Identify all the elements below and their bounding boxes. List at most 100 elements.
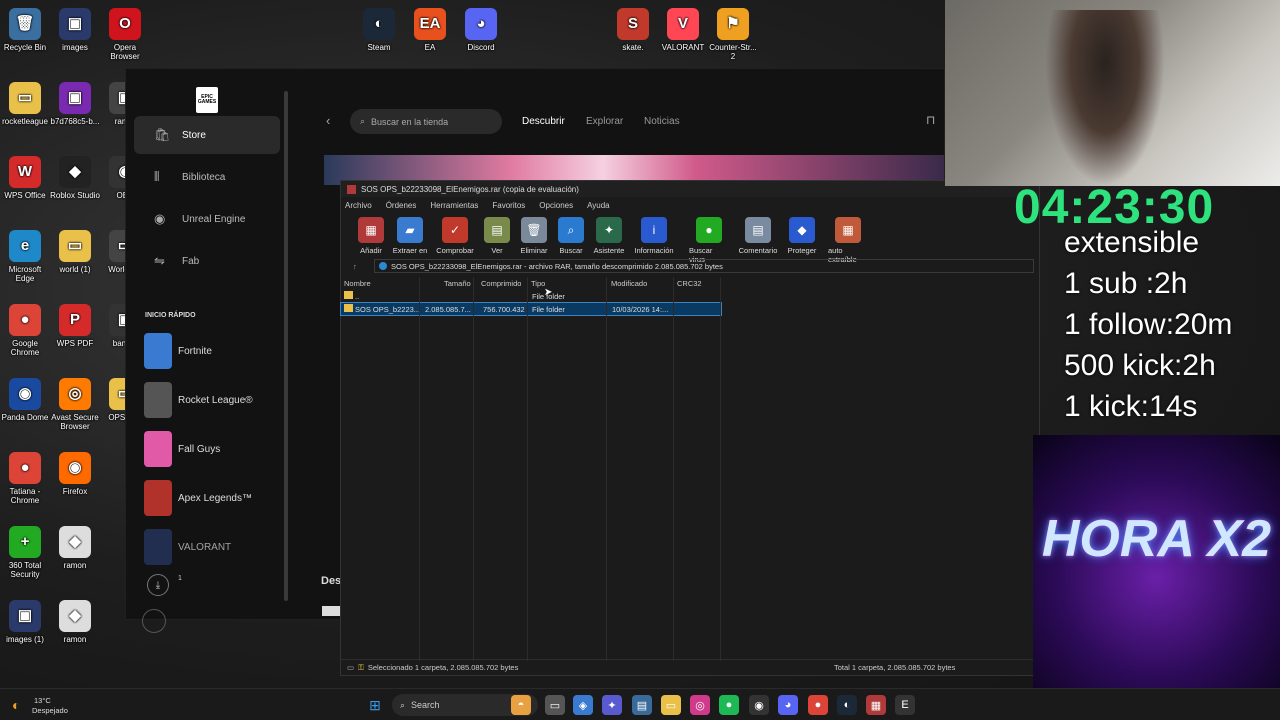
menu-item[interactable]: Herramientas [430,201,478,210]
desktop-icon[interactable]: + 360 Total Security [0,526,50,579]
toolbar-button[interactable]: 🗑 Eliminar [514,217,554,255]
tab-noticias[interactable]: Noticias [644,116,680,127]
desktop-icon[interactable]: ◆ ramon [50,526,100,570]
nav-icon: ◉ [154,211,166,226]
toolbar-button[interactable]: i Información [634,217,674,255]
tab-explorar[interactable]: Explorar [586,116,623,127]
toolbar-button[interactable]: ⌕ Buscar [551,217,591,255]
menu-item[interactable]: Ayuda [587,201,610,210]
path-field[interactable]: SOS OPS_b22233098_ElEnemigos.rar - archi… [374,259,1034,273]
desktop-icon[interactable]: ◕ Discord [456,8,506,52]
menu-item[interactable]: Favoritos [492,201,525,210]
desktop-icon[interactable]: ◐ Steam [354,8,404,52]
menu-item[interactable]: Opciones [539,201,573,210]
desktop-icon[interactable]: ◎ Avast Secure Browser [50,378,100,431]
column-header[interactable]: Modificado [611,279,647,288]
toolbar-button[interactable]: ▤ Ver [477,217,517,255]
app-icon: ◆ [59,600,91,632]
desktop-icon[interactable]: ◆ ramon [50,600,100,644]
quick-launch-game[interactable]: VALORANT [144,527,231,567]
epic-nav-biblioteca[interactable]: ⫴ Biblioteca [134,158,280,196]
downloads-button[interactable]: ⤓ [147,574,169,596]
epic-nav-store[interactable]: 🛍 Store [134,116,280,154]
desktop-icon[interactable]: ▭ world (1) [50,230,100,274]
app-icon: + [9,526,41,558]
toolbar-button[interactable]: ✦ Asistente [589,217,629,255]
desktop-icon[interactable]: ▣ b7d768c5-b... [50,82,100,126]
store-search-input[interactable]: Buscar en la tienda [371,117,448,127]
file-row[interactable]: SOS OPS_b2223... 2.085.085.7... 756.700.43… [340,302,722,316]
spotify-icon[interactable]: ● [719,695,739,715]
quick-launch-game[interactable]: Apex Legends™ [144,478,252,518]
desktop-icon[interactable]: O Opera Browser [100,8,150,61]
column-header[interactable]: CRC32 [677,279,702,288]
menu-item[interactable]: Archivo [345,201,372,210]
desktop-icon[interactable]: e Microsoft Edge [0,230,50,283]
quick-launch-game[interactable]: Rocket League® [144,380,253,420]
toolbar-button[interactable]: ▰ Extraer en [390,217,430,255]
desktop-icon-label: VALORANT [661,43,705,52]
desktop-icon[interactable]: V VALORANT [658,8,708,52]
desktop-icon[interactable]: S skate. [608,8,658,52]
epic-sidebar-scrollbar[interactable] [284,91,288,601]
desktop-icon[interactable]: 🗑 Recycle Bin [0,8,50,52]
tab-descubrir[interactable]: Descubrir [522,116,565,127]
toolbar-button[interactable]: ● Buscar virus [689,217,729,264]
winrar-titlebar[interactable]: SOS OPS_b22233098_ElEnemigos.rar (copia … [341,181,1039,197]
desktop-icon[interactable]: ◉ Panda Dome [0,378,50,422]
copilot-icon[interactable]: ◈ [573,695,593,715]
epic-logo[interactable]: EPIC GAMES [196,87,218,113]
quick-launch-game[interactable]: Fortnite [144,331,212,371]
explorer-icon[interactable]: ▭ [661,695,681,715]
epic-nav-fab[interactable]: ⇋ Fab [134,242,280,280]
profile-spinner[interactable] [142,609,166,633]
webcam-person [1045,10,1165,186]
column-header[interactable]: Nombre [344,279,371,288]
steam-icon[interactable]: ◐ [837,695,857,715]
desktop-icon-label: Steam [367,43,391,52]
desktop-icon[interactable]: W WPS Office [0,156,50,200]
desktop-icon[interactable]: ◉ Firefox [50,452,100,496]
toolbar-button[interactable]: ▤ Comentario [738,217,778,255]
store-search-box[interactable]: ⌕ Buscar en la tienda [350,109,502,134]
toolbar-button[interactable]: ◆ Proteger [782,217,822,255]
wishlist-bookmark-icon[interactable]: ⊓ [926,113,935,127]
obs-icon[interactable]: ◉ [749,695,769,715]
desktop-icon[interactable]: ● Tatiana - Chrome [0,452,50,505]
winrar-icon[interactable]: ▦ [866,695,886,715]
toolbar-button[interactable]: ▦ Añadir [351,217,391,255]
toolbar-button[interactable]: ▦ auto extraíble [828,217,868,264]
quick-launch-game[interactable]: Fall Guys [144,429,220,469]
desktop-icon[interactable]: EA EA [405,8,455,52]
app-icon: e [9,230,41,262]
toolbar-label: Asistente [593,246,625,255]
game-title: Apex Legends™ [178,492,252,504]
discord-icon[interactable]: ◕ [778,695,798,715]
store-icon[interactable]: ▤ [632,695,652,715]
instagram-icon[interactable]: ◎ [690,695,710,715]
teams-icon[interactable]: ✦ [602,695,622,715]
desktop-icon[interactable]: ● Google Chrome [0,304,50,357]
task-view-icon[interactable]: ▭ [545,695,565,715]
column-header[interactable]: Comprimido [481,279,521,288]
column-header[interactable]: Tamaño [444,279,471,288]
app-icon: ◉ [59,452,91,484]
desktop-icon[interactable]: P WPS PDF [50,304,100,348]
stream-overlay-line: extensible [1064,226,1200,259]
desktop-icon[interactable]: ▣ images (1) [0,600,50,644]
desktop-icon[interactable]: ⚑ Counter-Str... 2 [708,8,758,61]
start-button[interactable]: ⊞ [365,695,385,715]
desktop-icon[interactable]: ▣ images [50,8,100,52]
mascot-icon[interactable]: ◓ [511,695,531,715]
toolbar-button[interactable]: ✓ Comprobar [435,217,475,255]
behind-button[interactable] [322,606,342,616]
file-row[interactable]: .. File folder [341,290,721,302]
epic-nav-unreal-engine[interactable]: ◉ Unreal Engine [134,200,280,238]
menu-item[interactable]: Órdenes [386,201,417,210]
desktop-icon[interactable]: ▭ rocketleague [0,82,50,126]
chrome-icon[interactable]: ● [808,695,828,715]
epic-games-icon[interactable]: E [895,695,915,715]
desktop-icon[interactable]: ◆ Roblox Studio [50,156,100,200]
up-arrow-icon[interactable]: ↑ [353,262,357,271]
back-button[interactable]: ‹ [326,113,330,128]
